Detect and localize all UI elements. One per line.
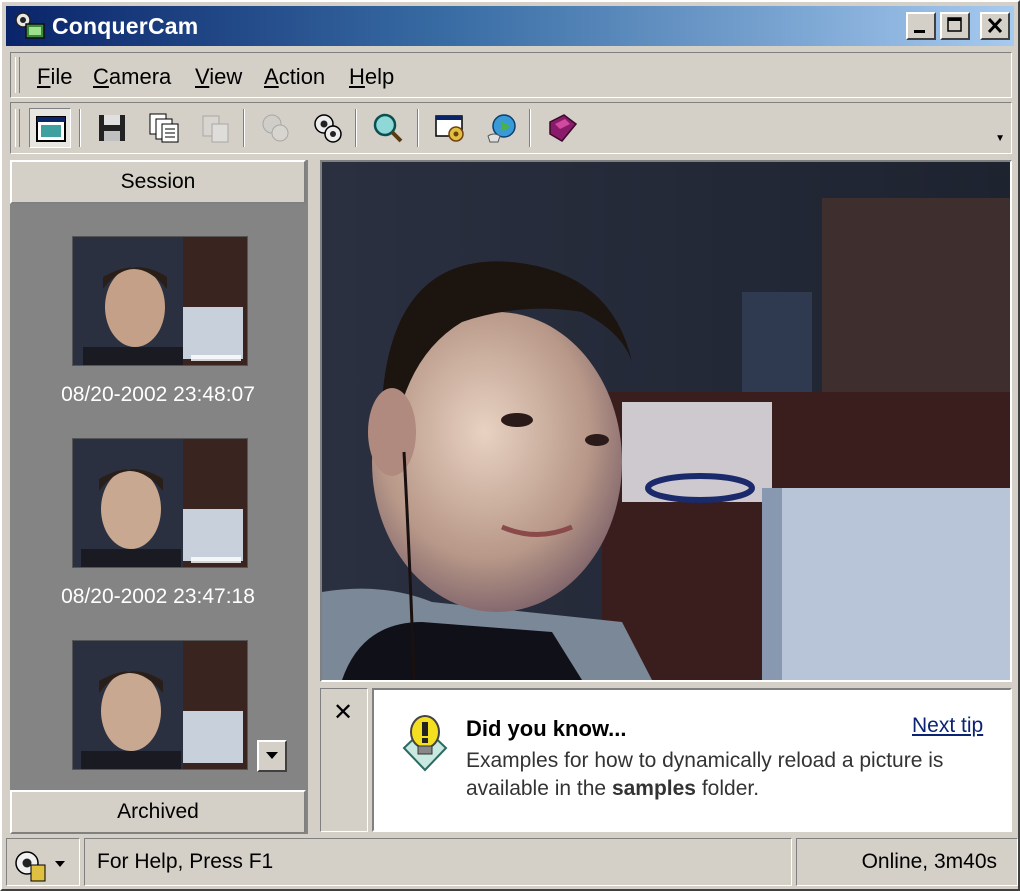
zoom-button[interactable] <box>367 108 409 148</box>
camera-dropdown-icon <box>15 851 65 882</box>
tip-title: Did you know... <box>466 716 627 741</box>
toolbar-separator <box>79 109 81 147</box>
save-button[interactable] <box>91 108 133 148</box>
panel-splitter[interactable] <box>308 160 318 834</box>
tip-text: Examples for how to dynamically reload a… <box>466 749 944 800</box>
disconnect-icon <box>314 114 342 143</box>
session-scroll-down-button[interactable] <box>257 740 287 772</box>
menu-view[interactable]: View <box>195 64 242 90</box>
toolbar-separator <box>529 109 531 147</box>
settings-button[interactable] <box>429 108 471 148</box>
session-thumbnail[interactable] <box>72 438 248 568</box>
toolbar: ▼ <box>10 102 1012 154</box>
session-panel: Session 08/20-2002 23:48:07 08/20-2002 2… <box>10 160 308 834</box>
lightbulb-tip-icon <box>402 715 448 772</box>
thumbnail-image <box>73 439 247 567</box>
help-book-button[interactable] <box>541 108 583 148</box>
toolbar-overflow-chevron-icon[interactable]: ▼ <box>995 133 1005 144</box>
status-camera-menu[interactable] <box>6 838 80 886</box>
scroll-down-arrow-icon <box>266 752 278 759</box>
close-button[interactable] <box>980 12 1010 40</box>
webcam-app-icon <box>15 12 45 39</box>
toolbar-separator <box>355 109 357 147</box>
maximize-button[interactable] <box>940 12 970 40</box>
title-bar[interactable]: ConquerCam <box>6 6 1014 46</box>
session-thumbnail[interactable] <box>72 640 248 770</box>
session-header-button[interactable]: Session <box>10 160 306 204</box>
save-disk-icon <box>99 115 125 141</box>
window-title: ConquerCam <box>52 13 199 39</box>
menubar-grip[interactable] <box>15 57 20 93</box>
menu-help[interactable]: Help <box>349 64 394 90</box>
thumbnail-image <box>73 641 247 769</box>
zoom-search-icon <box>373 113 403 143</box>
connect-button[interactable] <box>255 108 297 148</box>
menu-file[interactable]: File <box>37 64 72 90</box>
publish-button[interactable] <box>481 108 523 148</box>
settings-window-icon <box>435 115 464 142</box>
next-tip-link[interactable]: Next tip <box>912 714 983 738</box>
camera-frame-image <box>322 162 1010 680</box>
paste-icon <box>202 115 229 143</box>
app-window: ConquerCam File Camera View Action Help <box>0 0 1020 891</box>
minimize-button[interactable] <box>906 12 936 40</box>
disconnect-button[interactable] <box>307 108 349 148</box>
tip-close-area: ✕ <box>320 688 368 832</box>
copy-button[interactable] <box>143 108 185 148</box>
connect-icon <box>262 114 289 142</box>
tip-close-icon[interactable]: ✕ <box>333 701 353 725</box>
menu-action[interactable]: Action <box>264 64 325 90</box>
status-connection: Online, 3m40s <box>796 838 1018 886</box>
session-thumbnail[interactable] <box>72 236 248 366</box>
preview-window-button[interactable] <box>29 108 71 148</box>
live-camera-view[interactable] <box>320 160 1012 682</box>
thumbnail-timestamp: 08/20-2002 23:47:18 <box>61 585 255 608</box>
thumbnail-timestamp: 08/20-2002 23:48:07 <box>61 383 255 406</box>
toolbar-separator <box>417 109 419 147</box>
copy-icon <box>149 113 179 143</box>
maximize-icon <box>947 17 962 32</box>
tip-of-the-day: Did you know... Next tip Examples for ho… <box>372 688 1012 832</box>
close-icon <box>987 17 1003 34</box>
paste-button[interactable] <box>195 108 237 148</box>
archived-header-button[interactable]: Archived <box>10 790 306 834</box>
menu-camera[interactable]: Camera <box>93 64 171 90</box>
toolbar-grip[interactable] <box>15 109 20 147</box>
preview-window-icon <box>36 116 66 142</box>
thumbnail-image <box>73 237 247 365</box>
menu-bar: File Camera View Action Help <box>10 52 1012 98</box>
tip-text-bold: samples <box>611 777 696 800</box>
toolbar-separator <box>243 109 245 147</box>
status-help-text: For Help, Press F1 <box>84 838 792 886</box>
minimize-icon <box>914 30 925 33</box>
globe-publish-icon <box>487 114 516 143</box>
status-bar: For Help, Press F1 Online, 3m40s <box>6 838 1018 888</box>
help-book-icon <box>549 114 578 142</box>
